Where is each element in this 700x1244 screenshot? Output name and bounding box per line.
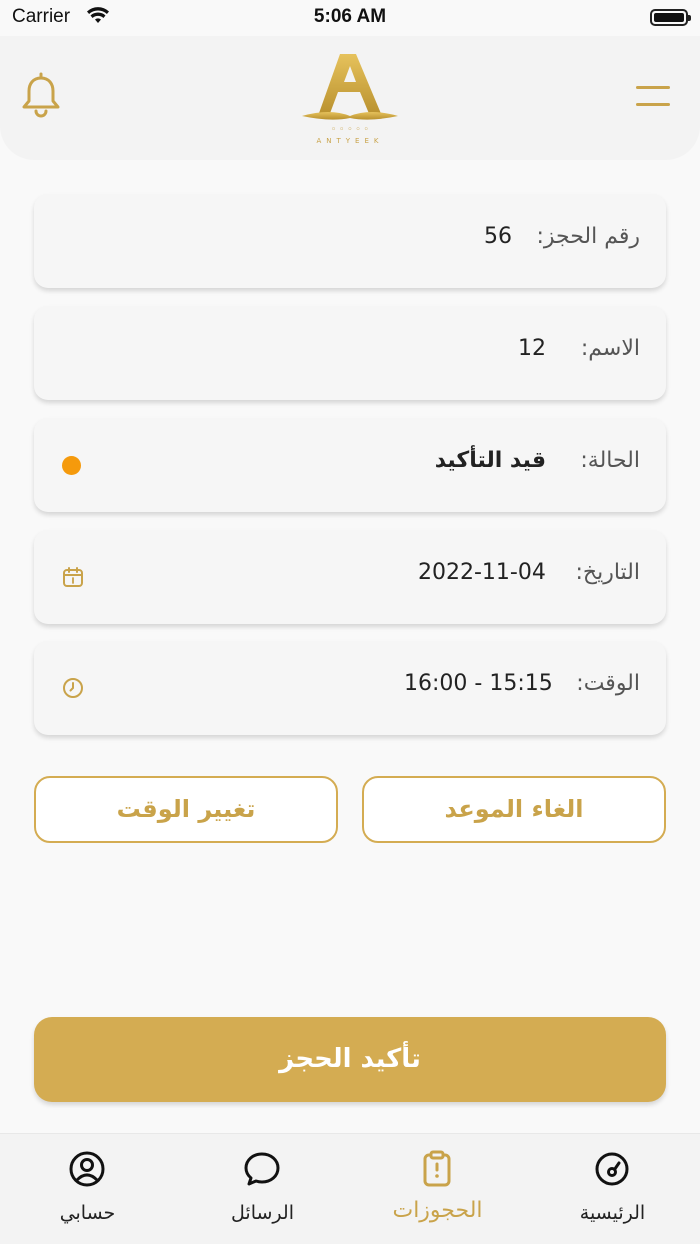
tab-messages[interactable]: الرسائل <box>175 1134 350 1244</box>
clipboard-icon <box>423 1150 451 1187</box>
brand-logo: ◦ ◦ ◦ ◦ ◦ ANTYEEK <box>300 50 400 146</box>
booking-number-value: 56 <box>484 224 512 249</box>
svg-text:◦ ◦ ◦ ◦ ◦: ◦ ◦ ◦ ◦ ◦ <box>331 125 369 135</box>
booking-number-label: رقم الحجز: <box>536 224 640 249</box>
menu-button[interactable] <box>636 86 670 110</box>
profile-icon <box>69 1151 105 1187</box>
booking-time-label: الوقت: <box>576 671 640 696</box>
booking-time-card: الوقت: 15:15 - 16:00 <box>34 641 666 735</box>
booking-status-label: الحالة: <box>580 448 640 473</box>
booking-status-value: قيد التأكيد <box>434 448 546 473</box>
dashboard-icon <box>595 1152 629 1186</box>
clock: 5:06 AM <box>313 6 387 27</box>
chat-icon <box>244 1152 280 1186</box>
tab-messages-label: الرسائل <box>231 1202 294 1224</box>
customer-name-card: الاسم: 12 <box>34 306 666 400</box>
notifications-button[interactable] <box>20 72 62 120</box>
tab-bookings-label: الحجوزات <box>392 1198 483 1223</box>
tab-home[interactable]: الرئيسية <box>525 1134 700 1244</box>
booking-time-value: 15:15 - 16:00 <box>404 671 553 696</box>
clock-icon <box>63 678 83 698</box>
booking-date-label: التاريخ: <box>575 560 640 585</box>
tab-bookings[interactable]: الحجوزات <box>350 1134 525 1244</box>
customer-name-value: 12 <box>518 336 546 361</box>
calendar-icon <box>63 567 83 587</box>
svg-text:ANTYEEK: ANTYEEK <box>316 137 383 145</box>
booking-date-card: التاريخ: 2022-11-04 <box>34 530 666 624</box>
booking-number-card: رقم الحجز: 56 <box>34 194 666 288</box>
menu-line <box>636 103 670 106</box>
bell-icon <box>22 72 60 118</box>
tab-profile-label: حسابي <box>59 1202 116 1224</box>
booking-status-card: الحالة: قيد التأكيد <box>34 418 666 512</box>
cancel-appointment-button[interactable]: الغاء الموعد <box>362 776 666 843</box>
tab-home-label: الرئيسية <box>579 1202 646 1224</box>
bottom-tab-bar: حسابي الرسائل الحجوزات الرئيسية <box>0 1133 700 1244</box>
change-time-button[interactable]: تغيير الوقت <box>34 776 338 843</box>
app-header: ◦ ◦ ◦ ◦ ◦ ANTYEEK <box>0 36 700 160</box>
tab-profile[interactable]: حسابي <box>0 1134 175 1244</box>
status-bar: Carrier 5:06 AM <box>0 0 700 36</box>
customer-name-label: الاسم: <box>580 336 640 361</box>
menu-line <box>636 86 670 89</box>
battery-icon <box>650 9 691 26</box>
status-indicator <box>62 456 81 475</box>
confirm-booking-button[interactable]: تأكيد الحجز <box>34 1017 666 1102</box>
booking-date-value: 2022-11-04 <box>418 560 546 585</box>
